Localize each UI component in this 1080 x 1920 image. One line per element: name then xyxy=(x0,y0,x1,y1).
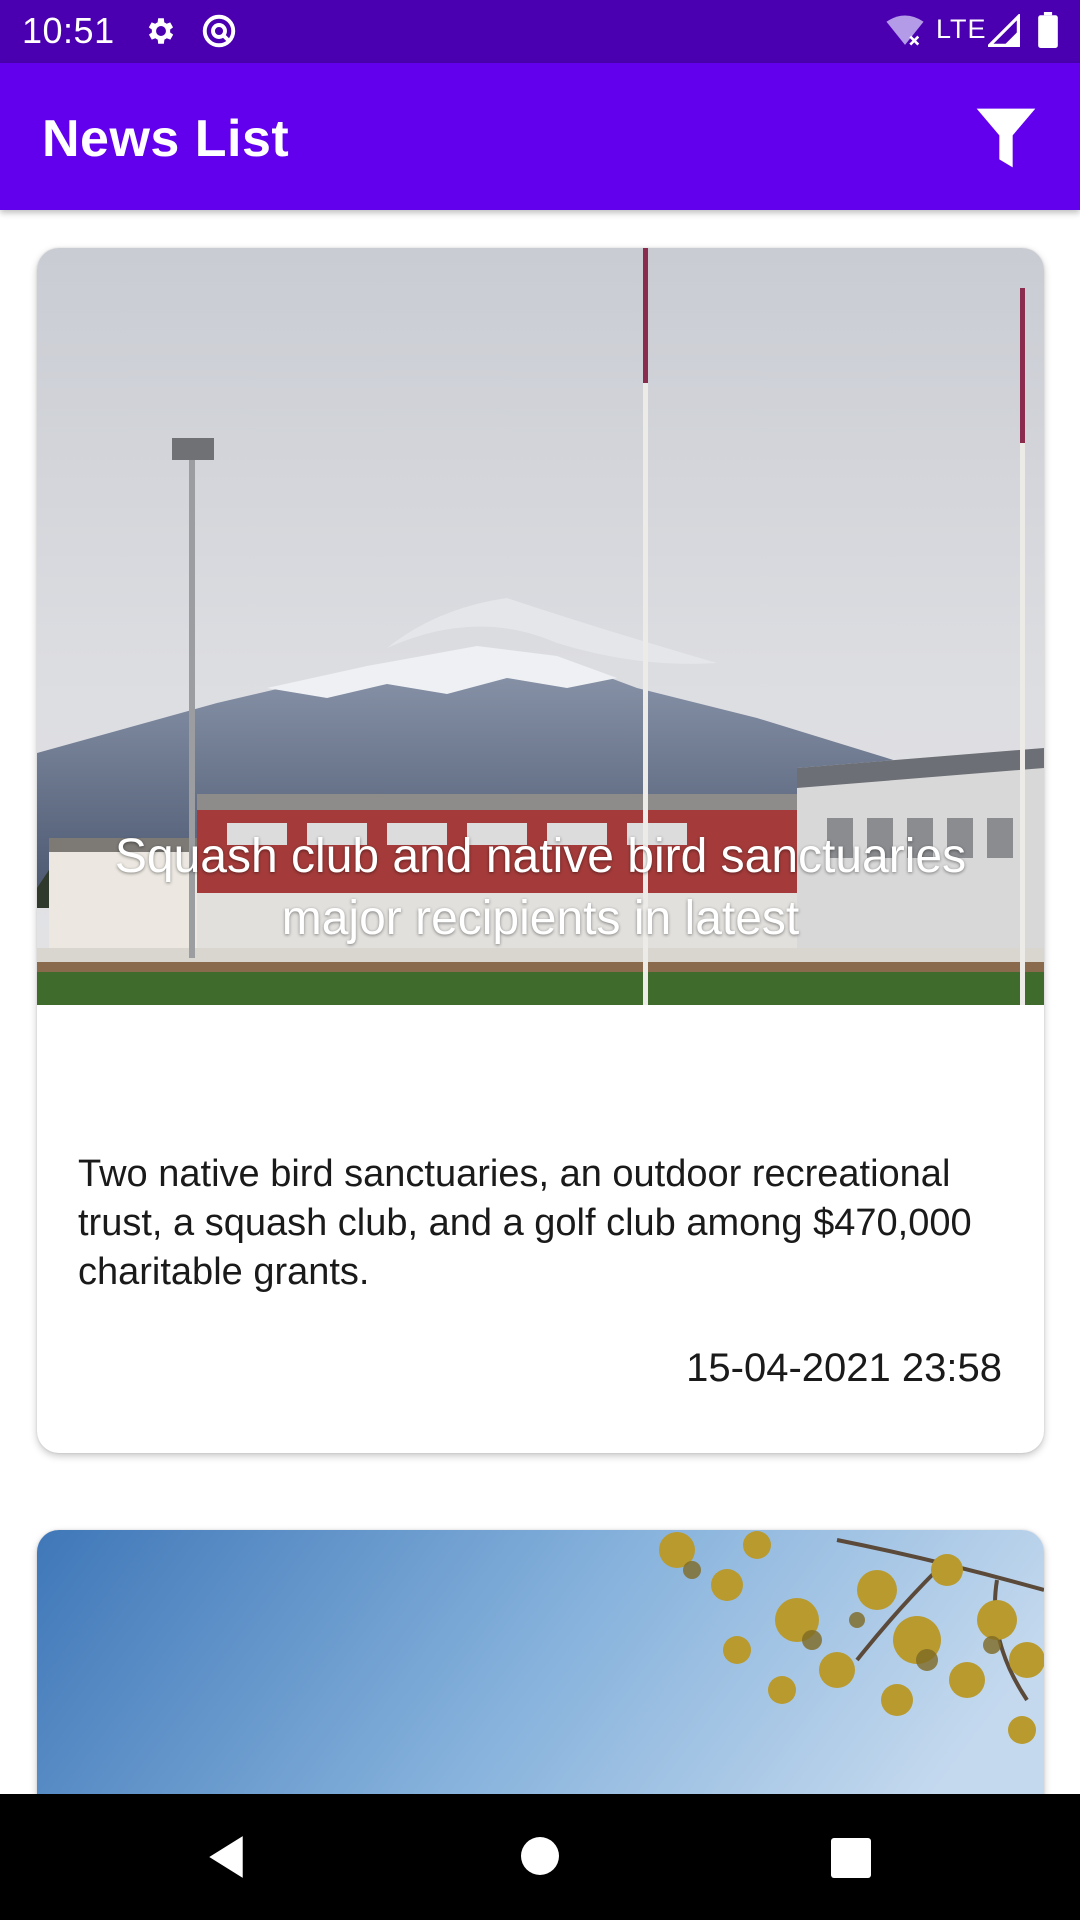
page-title: News List xyxy=(42,110,290,168)
filter-icon[interactable] xyxy=(974,103,1038,173)
status-bar: 10:51 LTE xyxy=(0,0,1080,63)
back-icon[interactable] xyxy=(205,1834,247,1880)
circle-a-icon xyxy=(202,14,236,48)
news-date: 15-04-2021 23:58 xyxy=(686,1346,1002,1390)
wifi-off-icon xyxy=(886,15,924,46)
app-bar: News List xyxy=(0,63,1080,210)
news-title: Squash club and native bird sanctuaries … xyxy=(114,830,967,945)
news-list[interactable]: Squash club and native bird sanctuaries … xyxy=(0,210,1080,1794)
battery-icon xyxy=(1038,12,1058,48)
news-description: Two native bird sanctuaries, an outdoor … xyxy=(78,1153,972,1293)
home-icon[interactable] xyxy=(520,1836,560,1876)
navigation-bar xyxy=(0,1794,1080,1920)
recents-icon[interactable] xyxy=(831,1838,871,1878)
gear-icon xyxy=(148,18,174,44)
news-image xyxy=(37,1530,1044,1794)
news-card[interactable] xyxy=(37,1530,1044,1794)
signal-icon xyxy=(988,14,1020,47)
news-card[interactable]: Squash club and native bird sanctuaries … xyxy=(37,248,1044,1453)
status-time: 10:51 xyxy=(22,10,115,51)
network-type: LTE xyxy=(936,14,987,44)
screen: 10:51 LTE News List Squash club and nati… xyxy=(0,0,1080,1920)
